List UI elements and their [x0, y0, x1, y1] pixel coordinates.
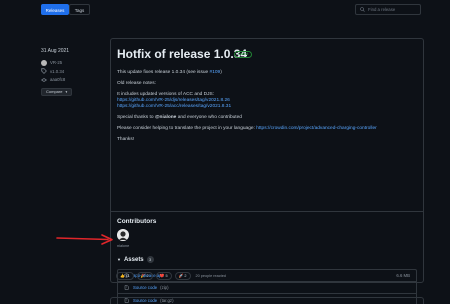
file-zip-icon [124, 285, 129, 290]
reaction-emoji: 🎉 [140, 274, 146, 278]
assets-header[interactable]: ▼ Assets 3 [117, 256, 154, 263]
compare-button[interactable]: Compare ▾ [41, 87, 73, 96]
crowdin-link[interactable]: https://crowdin.com/project/advanced-cha… [256, 126, 377, 131]
reaction-heart[interactable]: ❤️ 5 [155, 272, 172, 280]
next-release-card [110, 297, 424, 304]
reaction-count: 2 [184, 274, 187, 278]
release-title[interactable]: Hotfix of release 1.0.34 [117, 47, 247, 61]
avatar-face-icon [117, 229, 129, 241]
translate-paragraph: Please consider helping to translate the… [117, 126, 417, 132]
reaction-emoji: 👍 [120, 274, 125, 278]
intro-text: This update fixes release 1.0.34 (see is… [117, 70, 210, 75]
tab-releases[interactable]: Releases [41, 4, 69, 15]
includes-text: It includes updated versions of ACC and … [117, 92, 215, 97]
assets-count-badge: 3 [146, 256, 154, 263]
commit-icon [41, 77, 47, 82]
compare-label: Compare [46, 89, 63, 94]
acc-link[interactable]: https://github.com/VR-25/acc/releases/ta… [117, 104, 417, 110]
release-sidebar: 31 Aug 2021 VR-25 v1.0.34 aaa0fc8 Compar… [41, 48, 101, 96]
triangle-down-icon: ▼ [117, 257, 121, 262]
includes-block: It includes updated versions of ACC and … [117, 92, 417, 110]
chevron-down-icon: ▾ [65, 89, 68, 94]
thanks-pre: Special thanks to [117, 115, 155, 120]
annotation-arrow [56, 234, 113, 245]
contributor-avatar[interactable] [117, 229, 129, 241]
commit-row[interactable]: aaa0fc8 [41, 76, 101, 83]
tag-icon [41, 68, 47, 74]
top-bar: Releases Tags Find a release [0, 0, 450, 20]
thanks-end: Thanks! [117, 137, 135, 142]
release-card: Hotfix of release 1.0.34 Latest This upd… [110, 38, 424, 304]
divider [111, 211, 423, 212]
reaction-rocket[interactable]: 🚀 2 [174, 272, 191, 280]
thanks-paragraph: Special thanks to @nialone and everyone … [117, 115, 417, 121]
release-date: 31 Aug 2021 [41, 48, 70, 54]
tag-name[interactable]: v1.0.34 [50, 69, 64, 74]
tag-row[interactable]: v1.0.34 [41, 68, 101, 75]
reaction-hooray[interactable]: 🎉 2 [136, 272, 153, 280]
intro-paragraph: This update fixes release 1.0.34 (see is… [117, 70, 417, 76]
author-row[interactable]: VR-25 [41, 59, 101, 66]
old-notes-label: Old release notes: [117, 81, 156, 86]
assets-label: Assets [123, 256, 144, 263]
latest-badge: Latest [234, 51, 253, 58]
search-input[interactable]: Find a release [355, 4, 421, 15]
search-placeholder: Find a release [368, 7, 396, 12]
author-name[interactable]: VR-25 [50, 60, 62, 65]
reaction-count: 11 [125, 274, 130, 278]
asset-name[interactable]: Source code [133, 285, 157, 290]
thanks-post: and everyone who contributed [176, 115, 242, 120]
reaction-emoji: 🚀 [178, 274, 184, 278]
reactions-summary: 20 people reacted [195, 274, 226, 278]
tab-tags[interactable]: Tags [69, 4, 90, 15]
asset-row-zip[interactable]: Source code (zip) [118, 282, 416, 294]
reaction-count: 2 [146, 274, 149, 278]
reactions-bar: 👍 11 🎉 2 ❤️ 5 🚀 2 20 people reacted [116, 272, 226, 280]
reaction-emoji: ❤️ [159, 274, 165, 278]
contributor-name[interactable]: nialone [117, 244, 129, 248]
contributors-title: Contributors [117, 218, 157, 225]
commit-hash[interactable]: aaa0fc8 [50, 77, 65, 82]
release-notes: This update fixes release 1.0.34 (see is… [117, 70, 417, 148]
reaction-count: 5 [165, 274, 168, 278]
search-icon [360, 7, 365, 12]
asset-size: 6.6 MB [396, 273, 410, 278]
thanks-user[interactable]: @nialone [155, 115, 176, 120]
translate-text: Please consider helping to translate the… [117, 126, 257, 131]
issue-link[interactable]: #109 [210, 70, 221, 75]
intro-end: ) [220, 70, 222, 75]
asset-format[interactable]: (zip) [160, 285, 168, 290]
avatar [41, 59, 47, 66]
reaction-thumbs-up[interactable]: 👍 11 [116, 272, 134, 280]
